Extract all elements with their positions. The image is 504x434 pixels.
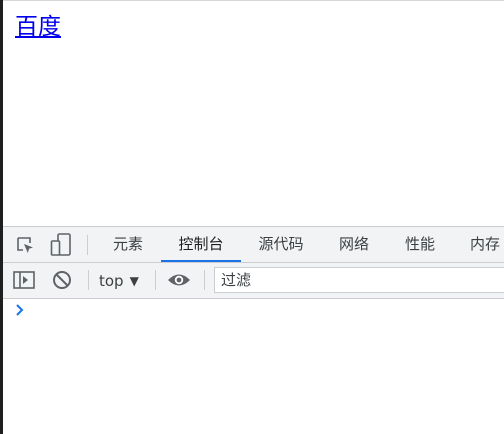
clear-console-button[interactable] bbox=[49, 267, 75, 293]
toolbar-separator bbox=[88, 270, 89, 290]
live-expression-button[interactable] bbox=[166, 267, 192, 293]
context-label: top bbox=[99, 272, 124, 290]
console-prompt-icon bbox=[16, 304, 24, 316]
tab-performance[interactable]: 性能 bbox=[400, 227, 440, 262]
tabbar-separator bbox=[87, 235, 88, 255]
devtools-tab-bar: 元素 控制台 源代码 网络 性能 内存 bbox=[3, 227, 504, 263]
tab-sources[interactable]: 源代码 bbox=[254, 227, 308, 262]
console-toolbar: top ▼ bbox=[3, 263, 504, 299]
inspect-element-button[interactable] bbox=[12, 232, 38, 258]
inspect-element-icon bbox=[17, 237, 33, 253]
toolbar-separator bbox=[204, 270, 205, 290]
device-toolbar-button[interactable] bbox=[48, 232, 74, 258]
tab-console[interactable]: 控制台 bbox=[161, 227, 241, 262]
tab-elements[interactable]: 元素 bbox=[107, 227, 149, 262]
live-expression-icon bbox=[168, 274, 190, 286]
baidu-link[interactable]: 百度 bbox=[15, 13, 61, 41]
page-viewport: 百度 bbox=[3, 1, 504, 226]
filter-input[interactable] bbox=[214, 267, 504, 293]
tab-network[interactable]: 网络 bbox=[334, 227, 374, 262]
clear-console-icon bbox=[53, 271, 71, 289]
context-selector[interactable]: top ▼ bbox=[99, 269, 139, 293]
show-sidebar-icon bbox=[13, 271, 35, 289]
devtools-panel: 元素 控制台 源代码 网络 性能 内存 top ▼ bbox=[3, 226, 504, 434]
dropdown-arrow-icon: ▼ bbox=[129, 274, 139, 288]
tab-memory[interactable]: 内存 bbox=[465, 227, 504, 262]
device-toolbar-icon bbox=[50, 233, 71, 256]
show-sidebar-button[interactable] bbox=[11, 267, 37, 293]
toolbar-separator bbox=[155, 270, 156, 290]
console-output[interactable] bbox=[3, 299, 504, 434]
